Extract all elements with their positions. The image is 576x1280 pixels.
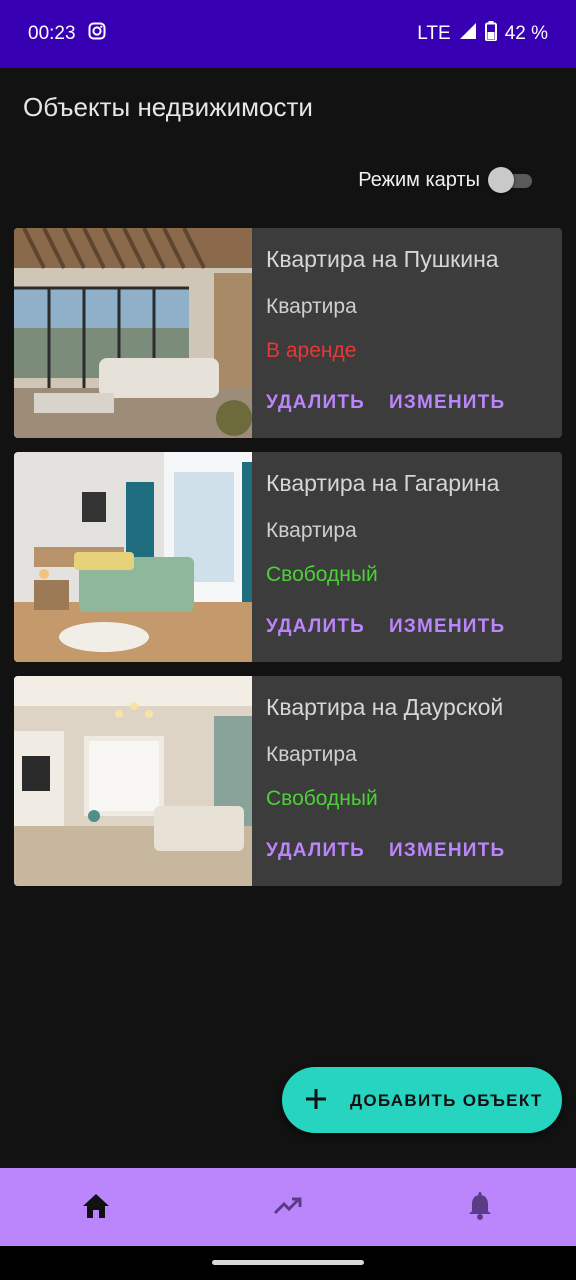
instagram-icon (88, 22, 106, 46)
page-title: Объекты недвижимости (23, 92, 313, 122)
status-bar-left: 00:23 (28, 22, 106, 46)
card-actions: УДАЛИТЬ ИЗМЕНИТЬ (266, 616, 505, 638)
bottom-navigation (0, 1168, 576, 1246)
card-actions: УДАЛИТЬ ИЗМЕНИТЬ (266, 392, 505, 414)
property-photo (14, 676, 252, 886)
property-type: Квартира (266, 295, 357, 318)
property-title: Квартира на Гагарина (266, 470, 500, 496)
edit-button[interactable]: ИЗМЕНИТЬ (389, 392, 505, 414)
card-body: Квартира на Пушкина Квартира В аренде УД… (252, 228, 562, 438)
delete-button[interactable]: УДАЛИТЬ (266, 840, 365, 862)
add-object-button[interactable]: ДОБАВИТЬ ОБЪЕКТ (282, 1067, 562, 1133)
property-title: Квартира на Даурской (266, 694, 504, 720)
card-body: Квартира на Гагарина Квартира Свободный … (252, 452, 562, 662)
plus-icon (304, 1087, 328, 1111)
map-mode-label: Режим карты (358, 168, 480, 191)
property-list: Квартира на Пушкина Квартира В аренде УД… (14, 228, 562, 900)
signal-icon (459, 22, 477, 46)
nav-item-notifications[interactable] (462, 1190, 498, 1226)
home-icon (82, 1193, 110, 1224)
property-title: Квартира на Пушкина (266, 246, 499, 272)
nav-item-home[interactable] (78, 1190, 114, 1226)
gesture-bar (0, 1246, 576, 1280)
battery-icon (484, 21, 497, 47)
network-type: LTE (417, 23, 451, 44)
delete-button[interactable]: УДАЛИТЬ (266, 616, 365, 638)
status-bar: 00:23 LTE 42 % (0, 0, 576, 68)
card-actions: УДАЛИТЬ ИЗМЕНИТЬ (266, 840, 505, 862)
nav-item-trending[interactable] (270, 1190, 306, 1226)
add-object-label: ДОБАВИТЬ ОБЪЕКТ (350, 1091, 543, 1110)
bell-icon (467, 1191, 493, 1225)
property-card[interactable]: Квартира на Даурской Квартира Свободный … (14, 676, 562, 886)
switch-thumb (488, 167, 514, 193)
property-card[interactable]: Квартира на Гагарина Квартира Свободный … (14, 452, 562, 662)
map-mode-switch[interactable] (488, 166, 532, 194)
edit-button[interactable]: ИЗМЕНИТЬ (389, 840, 505, 862)
clock: 00:23 (28, 23, 76, 44)
property-type: Квартира (266, 743, 357, 766)
property-status: Свободный (266, 563, 378, 586)
property-photo (14, 452, 252, 662)
delete-button[interactable]: УДАЛИТЬ (266, 392, 365, 414)
property-card[interactable]: Квартира на Пушкина Квартира В аренде УД… (14, 228, 562, 438)
card-body: Квартира на Даурской Квартира Свободный … (252, 676, 562, 886)
property-type: Квартира (266, 519, 357, 542)
status-bar-right: LTE 42 % (417, 21, 548, 47)
property-photo (14, 228, 252, 438)
edit-button[interactable]: ИЗМЕНИТЬ (389, 616, 505, 638)
property-status: В аренде (266, 339, 357, 362)
map-mode-row: Режим карты (358, 166, 532, 194)
battery-level: 42 % (504, 23, 548, 44)
gesture-handle[interactable] (212, 1260, 364, 1265)
trending-up-icon (273, 1196, 303, 1221)
property-status: Свободный (266, 787, 378, 810)
